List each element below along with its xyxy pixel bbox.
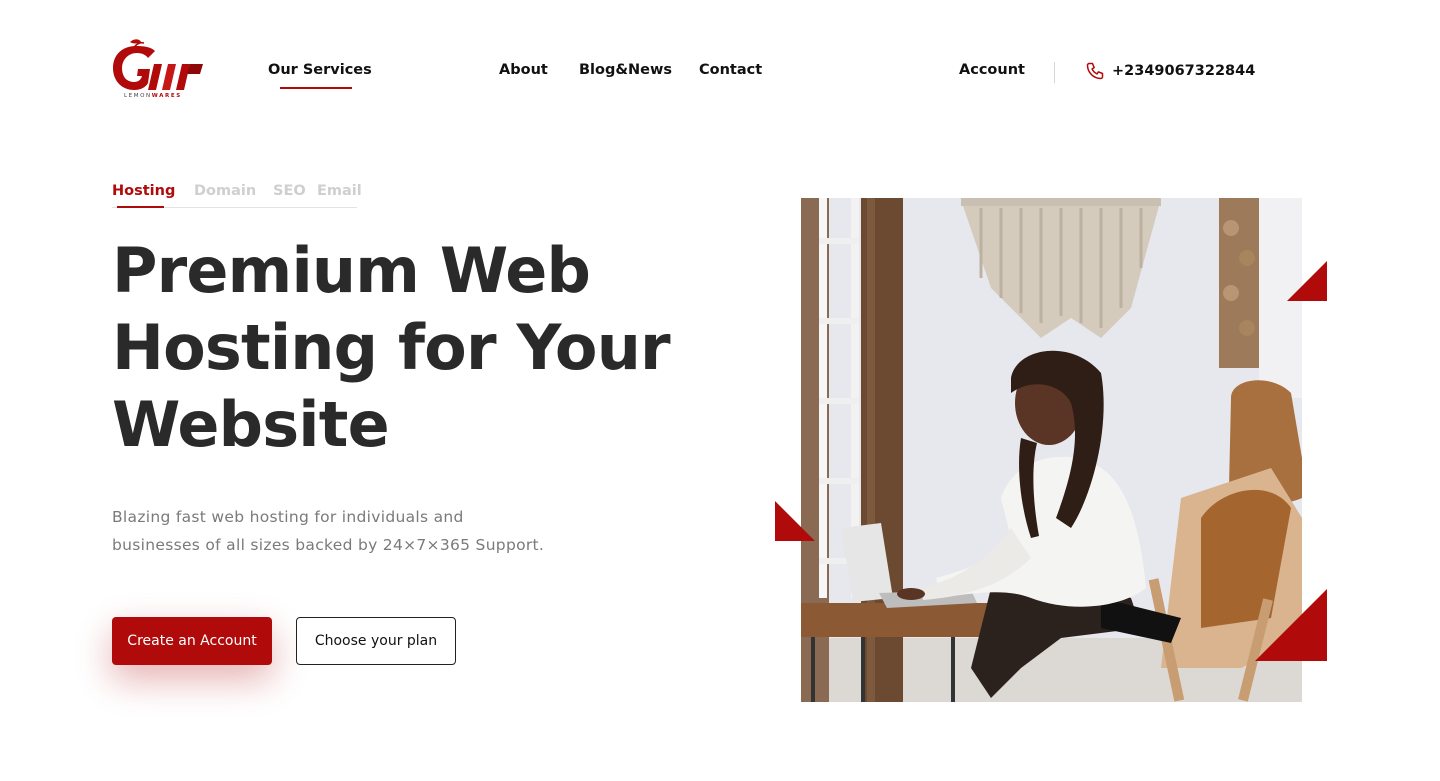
hero-subtitle: Blazing fast web hosting for individuals… [112, 503, 582, 559]
hero-subtitle-line: businesses of all sizes backed by 24×7×3… [112, 536, 545, 554]
hero-title: Premium Web Hosting for Your Website [112, 232, 732, 463]
nav-our-services[interactable]: Our Services [268, 62, 372, 78]
logo-wordmark: LEMONWARES [124, 93, 182, 99]
red-triangle-left [775, 501, 815, 541]
phone-icon [1085, 61, 1105, 81]
hero-photo [801, 198, 1302, 702]
red-triangle-bottom-right [1255, 589, 1327, 661]
create-account-button[interactable]: Create an Account [112, 617, 272, 665]
phone-number: +2349067322844 [1112, 63, 1256, 79]
account-link[interactable]: Account [959, 62, 1025, 78]
hero-subtitle-line: Blazing fast web hosting for individuals… [112, 508, 464, 526]
hero-title-line: Website [112, 388, 390, 461]
nav-about[interactable]: About [499, 62, 548, 78]
tab-hosting[interactable]: Hosting [112, 183, 175, 199]
tab-domain[interactable]: Domain [194, 183, 256, 199]
header-divider [1054, 62, 1055, 83]
landing-page: LEMONWARES Our Services About Blog&News … [0, 0, 1440, 781]
lemonwares-logo[interactable]: LEMONWARES [110, 38, 206, 104]
nav-contact[interactable]: Contact [699, 62, 762, 78]
tab-seo[interactable]: SEO [273, 183, 306, 199]
nav-active-underline [280, 87, 352, 89]
nav-blog-news[interactable]: Blog&News [579, 62, 672, 78]
phone-contact[interactable]: +2349067322844 [1085, 61, 1255, 81]
tab-active-underline [117, 206, 164, 208]
hero-title-line: Premium Web [112, 234, 591, 307]
red-triangle-top-right [1287, 261, 1327, 301]
service-tabs: Hosting Domain SEO Email [112, 183, 362, 209]
hero-title-line: Hosting for Your [112, 311, 671, 384]
logo-mark-icon [113, 39, 203, 90]
choose-plan-button[interactable]: Choose your plan [296, 617, 456, 665]
tab-email[interactable]: Email [317, 183, 362, 199]
